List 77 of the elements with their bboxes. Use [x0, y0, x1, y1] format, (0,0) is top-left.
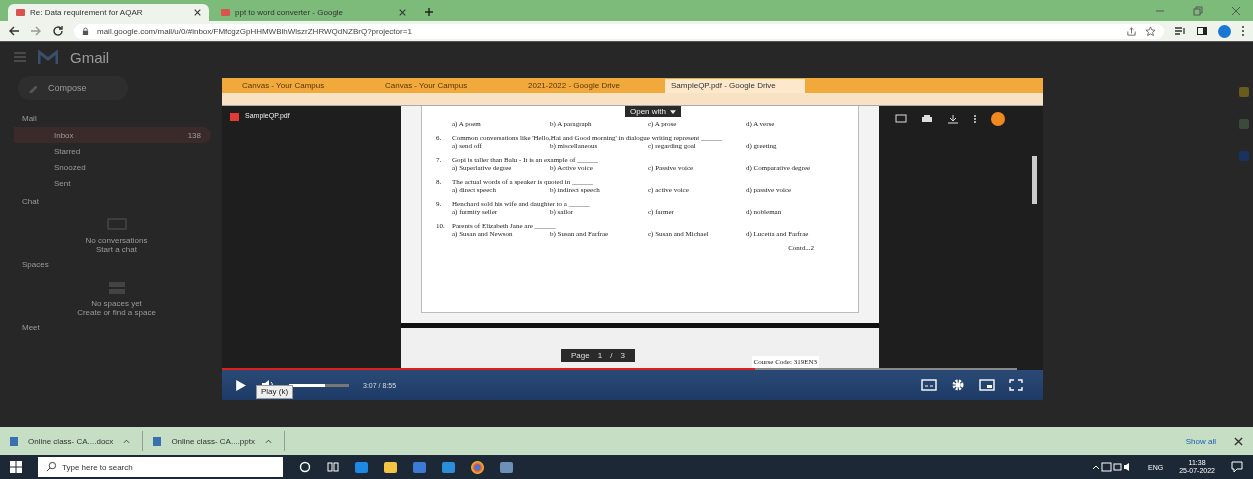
section-header[interactable]: Chat [22, 197, 39, 206]
settings-icon [951, 378, 965, 392]
tab-label: Canvas - Your Campus [241, 80, 326, 92]
taskbar-app-icon[interactable] [442, 461, 455, 473]
empty-message: No spaces yet [91, 299, 142, 308]
captions-icon [921, 379, 937, 391]
fullscreen-icon [1009, 379, 1023, 391]
find-space-link[interactable]: Create or find a space [77, 308, 156, 317]
forward-icon[interactable] [30, 25, 42, 37]
chat-icon [106, 218, 127, 232]
cortana-icon[interactable] [299, 461, 311, 473]
tab-favicon-icon [221, 9, 230, 16]
spaces-icon [106, 281, 127, 295]
address-bar[interactable]: mail.google.com/mail/u/0/#inbox/FMfcgzGpHHMWBlhWlszrZHRWQdNZBrQ?projector=1 [74, 23, 1164, 39]
section-header[interactable]: Mail [22, 114, 37, 123]
page-navigator: Page 1 / 3 [561, 349, 635, 362]
open-with-button[interactable]: Open with [625, 106, 682, 117]
tab-label: SampleQP.pdf - Google Drive [665, 79, 805, 93]
more-icon [973, 114, 977, 124]
file-icon [153, 436, 162, 446]
caret-icon[interactable] [264, 438, 272, 444]
nav-item[interactable]: Inbox 138 [14, 127, 211, 143]
nav-item[interactable]: Snoozed [14, 159, 211, 175]
pencil-icon [28, 83, 38, 93]
search-icon [46, 461, 57, 472]
play-icon [234, 378, 247, 392]
close-icon[interactable] [194, 9, 201, 16]
scrollbar-thumb [1032, 156, 1037, 204]
task-view-icon[interactable] [327, 461, 339, 473]
print-icon [921, 114, 933, 124]
compose-button[interactable]: Compose [18, 76, 128, 100]
taskbar-app-icon[interactable] [384, 461, 397, 473]
close-icon[interactable] [399, 9, 406, 16]
share-icon[interactable] [1126, 25, 1137, 37]
section-header[interactable]: Meet [22, 323, 40, 332]
caret-icon[interactable] [123, 438, 131, 444]
tooltip: Play (k) [256, 385, 294, 399]
profile-avatar [991, 112, 1005, 126]
app-name: Gmail [70, 48, 110, 66]
tray-icons-icon[interactable] [1092, 462, 1132, 472]
caret-icon [670, 109, 677, 114]
start-chat-link[interactable]: Start a chat [96, 245, 137, 254]
profile-avatar[interactable] [1218, 24, 1231, 38]
nav-item[interactable]: Starred [14, 143, 211, 159]
file-icon [10, 436, 18, 446]
taskbar-app-icon[interactable] [355, 461, 368, 473]
section-header[interactable]: Spaces [22, 260, 49, 269]
close-icon[interactable] [1234, 436, 1243, 446]
sidepanel-icon[interactable] [1196, 25, 1208, 37]
download-icon [947, 114, 959, 124]
search-field[interactable]: Type here to search [38, 457, 283, 477]
back-icon[interactable] [8, 25, 20, 37]
pdf-icon [230, 113, 239, 121]
star-icon[interactable] [1145, 25, 1156, 37]
gmail-logo-icon [38, 49, 58, 65]
playlist-icon[interactable] [1174, 25, 1186, 37]
tab-favicon-icon [16, 9, 25, 16]
browser-tab[interactable]: Re: Data requirement for AQAR [8, 4, 209, 21]
download-item[interactable]: Online class- CA....docx [10, 431, 144, 451]
new-tab-icon[interactable] [424, 7, 434, 17]
windows-logo-icon[interactable] [10, 461, 22, 473]
download-item[interactable]: Online class- CA....pptx [153, 431, 285, 451]
show-all-link[interactable]: Show all [1185, 436, 1216, 446]
restore-icon[interactable] [1193, 6, 1203, 16]
lock-icon [82, 26, 89, 36]
notifications-icon[interactable] [1231, 461, 1243, 473]
menu-icon[interactable] [1241, 25, 1245, 37]
tab-label: 2021-2022 - Google Drive [527, 80, 622, 92]
comment-icon [895, 114, 907, 124]
tab-label: Canvas - Your Campus [384, 80, 469, 92]
nav-item[interactable]: Sent [14, 175, 211, 191]
reload-icon[interactable] [52, 25, 64, 37]
miniplayer-icon [979, 379, 995, 391]
taskbar-app-icon[interactable] [500, 461, 513, 473]
empty-message: No conversations [85, 236, 148, 245]
taskbar-app-icon[interactable] [471, 460, 484, 474]
browser-tab[interactable]: ppt to word converter - Google [213, 4, 414, 21]
